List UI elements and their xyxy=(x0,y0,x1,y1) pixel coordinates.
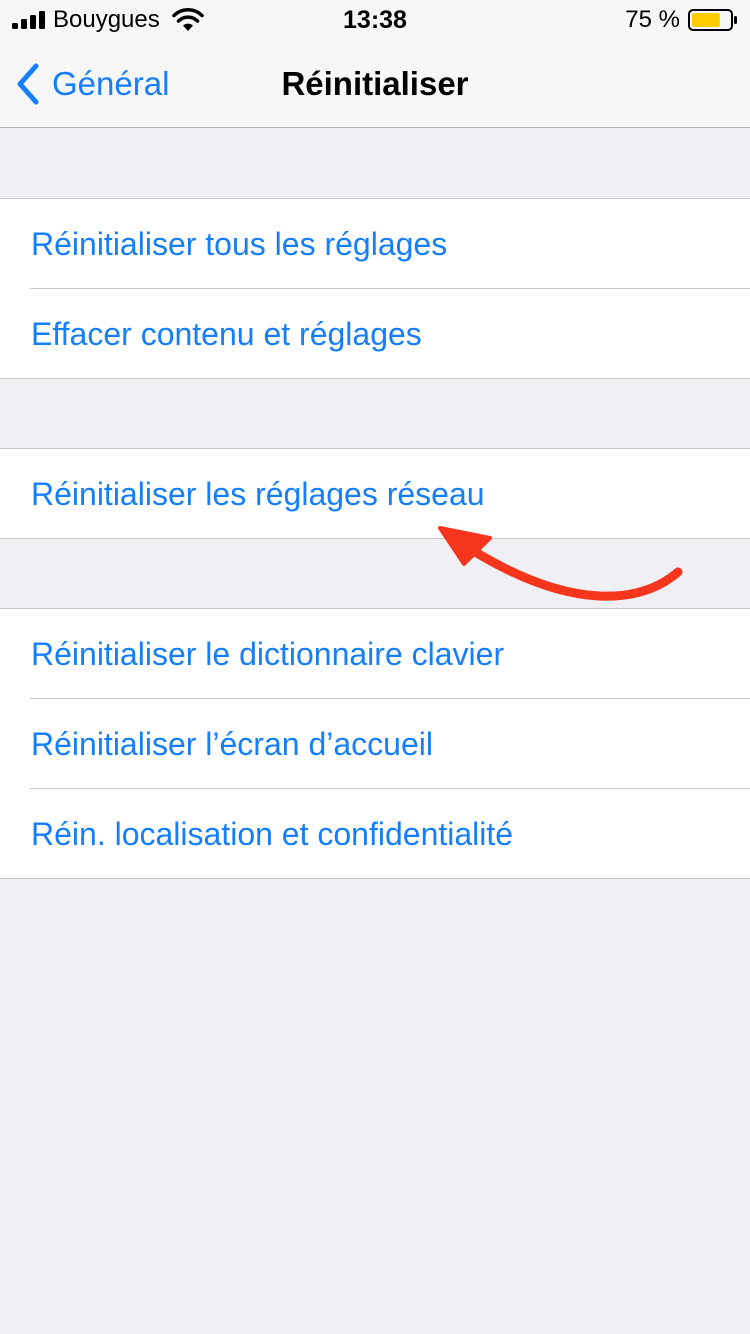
reset-location-privacy-row[interactable]: Réin. localisation et confidentialité xyxy=(0,788,750,878)
row-label: Réinitialiser l’écran d’accueil xyxy=(31,725,433,762)
row-label: Réin. localisation et confidentialité xyxy=(31,815,514,852)
settings-group-3: Réinitialiser le dictionnaire clavier Ré… xyxy=(0,608,750,879)
reset-all-settings-row[interactable]: Réinitialiser tous les réglages xyxy=(0,199,750,288)
settings-group-1: Réinitialiser tous les réglages Effacer … xyxy=(0,198,750,379)
erase-content-settings-row[interactable]: Effacer contenu et réglages xyxy=(0,288,750,378)
battery-icon xyxy=(688,9,737,31)
settings-screen: Bouygues 13:38 75 % Général Réinitialise… xyxy=(0,0,750,1334)
annotation-arrow-icon xyxy=(438,526,683,601)
status-bar: Bouygues 13:38 75 % xyxy=(0,0,750,40)
back-button[interactable]: Général xyxy=(14,62,169,106)
chevron-left-icon xyxy=(17,63,39,105)
reset-keyboard-dictionary-row[interactable]: Réinitialiser le dictionnaire clavier xyxy=(0,609,750,698)
row-label: Effacer contenu et réglages xyxy=(31,315,422,352)
row-label: Réinitialiser le dictionnaire clavier xyxy=(31,635,505,672)
reset-home-screen-row[interactable]: Réinitialiser l’écran d’accueil xyxy=(0,698,750,788)
row-label: Réinitialiser tous les réglages xyxy=(31,225,448,262)
back-label: Général xyxy=(52,65,170,102)
battery-percent: 75 % xyxy=(625,6,680,33)
navigation-bar: Général Réinitialiser xyxy=(0,40,750,128)
row-label: Réinitialiser les réglages réseau xyxy=(31,475,485,512)
